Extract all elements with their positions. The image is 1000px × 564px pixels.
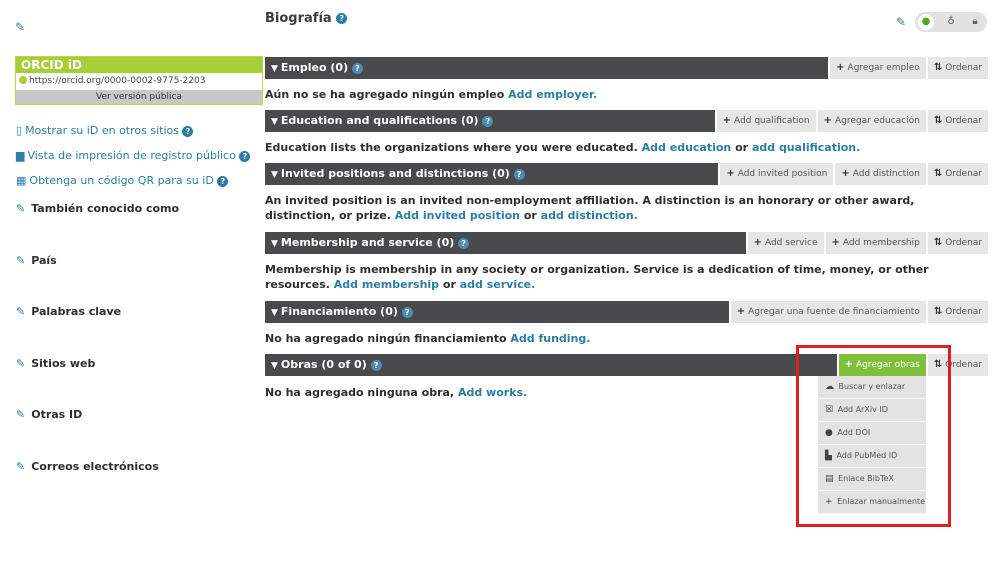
sidebar-item-keywords[interactable]: ✎ Palabras clave bbox=[16, 305, 121, 318]
add-education-button[interactable]: + Agregar educación bbox=[815, 110, 926, 132]
plus-icon: + bbox=[722, 115, 732, 126]
help-icon[interactable]: ? bbox=[217, 175, 229, 187]
plus-icon: + bbox=[841, 168, 850, 179]
add-works-link[interactable]: Add works. bbox=[458, 386, 527, 399]
funding-toggle[interactable]: ▼ Financiamiento (0) ? bbox=[265, 301, 729, 323]
orcid-id-box: ORCID iD https://orcid.org/0000-0002-977… bbox=[15, 56, 263, 105]
help-icon[interactable]: ? bbox=[513, 168, 525, 180]
add-education-link[interactable]: Add education bbox=[642, 141, 732, 154]
works-toggle[interactable]: ▼ Obras (0 of 0) ? bbox=[265, 354, 837, 376]
add-membership-link[interactable]: Add membership bbox=[334, 278, 439, 291]
add-distinction-button[interactable]: + Add distinction bbox=[833, 163, 926, 185]
help-icon[interactable]: ? bbox=[401, 306, 413, 318]
pencil-icon[interactable]: ✎ bbox=[16, 408, 25, 421]
pencil-icon[interactable]: ✎ bbox=[16, 202, 25, 215]
privacy-toggle[interactable]: ● ♁ 🔒︎ bbox=[915, 12, 987, 32]
add-distinction-link[interactable]: add distinction. bbox=[541, 209, 638, 222]
invited-positions-description: An invited position is an invited non-em… bbox=[265, 194, 915, 222]
mobile-icon: ▯ bbox=[16, 124, 23, 137]
plus-icon: + bbox=[823, 115, 833, 126]
help-icon[interactable]: ? bbox=[370, 359, 382, 371]
sidebar-item-emails[interactable]: ✎ Correos electrónicos bbox=[16, 460, 159, 473]
add-service-button[interactable]: + Add service bbox=[745, 232, 824, 254]
pencil-icon[interactable]: ✎ bbox=[16, 254, 25, 267]
sort-icon: ⇅ bbox=[933, 115, 943, 126]
edit-biography-pencil-icon[interactable]: ✎ bbox=[896, 15, 906, 29]
add-funding-link[interactable]: Add funding. bbox=[510, 332, 590, 345]
add-qualification-link[interactable]: add qualification. bbox=[752, 141, 860, 154]
sort-icon: ⇅ bbox=[933, 168, 943, 179]
plus-icon: + bbox=[831, 237, 840, 248]
chevron-down-icon: ▼ bbox=[271, 239, 278, 249]
trusted-parties-icon[interactable]: ♁ bbox=[943, 14, 959, 30]
orcid-id-title: ORCID iD bbox=[16, 57, 262, 73]
add-service-link[interactable]: add service. bbox=[460, 278, 536, 291]
membership-toggle[interactable]: ▼ Membership and service (0) ? bbox=[265, 232, 746, 254]
plus-icon: + bbox=[753, 237, 762, 248]
chevron-down-icon: ▼ bbox=[271, 170, 278, 180]
education-description: Education lists the organizations where … bbox=[265, 141, 861, 154]
view-public-version-button[interactable]: Ver versión pública bbox=[16, 90, 262, 104]
invited-positions-section-header: ▼ Invited positions and distinctions (0) … bbox=[265, 163, 988, 185]
plus-icon: + bbox=[836, 62, 845, 73]
sort-button[interactable]: ⇅ Ordenar bbox=[925, 301, 988, 323]
sort-icon: ⇅ bbox=[933, 306, 943, 317]
chevron-down-icon: ▼ bbox=[271, 64, 278, 74]
chevron-down-icon: ▼ bbox=[271, 117, 278, 127]
add-invited-position-link[interactable]: Add invited position bbox=[395, 209, 520, 222]
help-icon[interactable]: ? bbox=[351, 62, 363, 74]
everyone-icon[interactable]: ● bbox=[918, 14, 934, 30]
help-icon[interactable]: ? bbox=[336, 13, 348, 24]
education-toggle[interactable]: ▼ Education and qualifications (0) ? bbox=[265, 110, 715, 132]
sidebar-item-websites[interactable]: ✎ Sitios web bbox=[16, 357, 95, 370]
help-icon[interactable]: ? bbox=[482, 115, 494, 127]
sort-button[interactable]: ⇅ Ordenar bbox=[925, 232, 988, 254]
print-view-link[interactable]: ▆ Vista de impresión de registro público … bbox=[16, 149, 251, 162]
display-id-on-other-sites-link[interactable]: ▯ Mostrar su iD en otros sitios ? bbox=[16, 124, 194, 137]
employment-toggle[interactable]: ▼ Empleo (0) ? bbox=[265, 57, 829, 79]
education-section-header: ▼ Education and qualifications (0) ? + Add… bbox=[265, 110, 988, 132]
help-icon[interactable]: ? bbox=[458, 237, 470, 249]
lock-icon[interactable]: 🔒︎ bbox=[967, 14, 983, 30]
pencil-icon[interactable]: ✎ bbox=[16, 305, 25, 318]
funding-section-header: ▼ Financiamiento (0) ? + Agregar una fuent… bbox=[265, 301, 988, 323]
membership-section-header: ▼ Membership and service (0) ? + Add servi… bbox=[265, 232, 988, 254]
plus-icon: + bbox=[726, 168, 735, 179]
sort-button[interactable]: ⇅ Ordenar bbox=[925, 57, 988, 79]
sort-button[interactable]: ⇅ Ordenar bbox=[925, 163, 988, 185]
sort-button[interactable]: ⇅ Ordenar bbox=[925, 110, 988, 132]
sidebar-item-other-ids[interactable]: ✎ Otras ID bbox=[16, 408, 82, 421]
sidebar-item-country[interactable]: ✎ País bbox=[16, 254, 57, 267]
add-membership-button[interactable]: + Add membership bbox=[823, 232, 926, 254]
help-icon[interactable]: ? bbox=[239, 150, 251, 162]
orcid-logo-icon bbox=[19, 76, 27, 84]
biography-title: Biografía ? bbox=[265, 11, 348, 26]
chevron-down-icon: ▼ bbox=[271, 361, 278, 371]
add-qualification-button[interactable]: + Add qualification bbox=[714, 110, 816, 132]
membership-description: Membership is membership in any society … bbox=[265, 263, 929, 291]
employment-description: Aún no se ha agregado ningún empleo Add … bbox=[265, 88, 598, 101]
sidebar-item-also-known-as[interactable]: ✎ También conocido como bbox=[16, 202, 179, 215]
qr-icon: ▦ bbox=[16, 174, 27, 187]
pencil-icon[interactable]: ✎ bbox=[16, 357, 25, 370]
invited-positions-toggle[interactable]: ▼ Invited positions and distinctions (0) … bbox=[265, 163, 719, 185]
add-funding-source-button[interactable]: + Agregar una fuente de financiamiento bbox=[728, 301, 926, 323]
pencil-icon[interactable]: ✎ bbox=[16, 460, 25, 473]
add-invited-position-button[interactable]: + Add invited position bbox=[718, 163, 834, 185]
funding-description: No ha agregado ningún financiamiento Add… bbox=[265, 332, 591, 345]
print-icon: ▆ bbox=[16, 149, 25, 162]
employment-section-header: ▼ Empleo (0) ? + Agregar empleo ⇅ Ordenar bbox=[265, 57, 988, 79]
highlight-box bbox=[796, 345, 951, 527]
plus-icon: + bbox=[736, 306, 746, 317]
qr-code-link[interactable]: ▦ Obtenga un código QR para su iD ? bbox=[16, 174, 229, 187]
sort-icon: ⇅ bbox=[933, 237, 943, 248]
add-employer-link[interactable]: Add employer. bbox=[508, 88, 597, 101]
chevron-down-icon: ▼ bbox=[271, 308, 278, 318]
sort-icon: ⇅ bbox=[933, 62, 943, 73]
help-icon[interactable]: ? bbox=[182, 125, 194, 137]
edit-name-pencil-icon[interactable]: ✎ bbox=[15, 20, 25, 34]
add-employment-button[interactable]: + Agregar empleo bbox=[828, 57, 926, 79]
orcid-id-url[interactable]: https://orcid.org/0000-0002-9775-2203 bbox=[16, 73, 262, 90]
